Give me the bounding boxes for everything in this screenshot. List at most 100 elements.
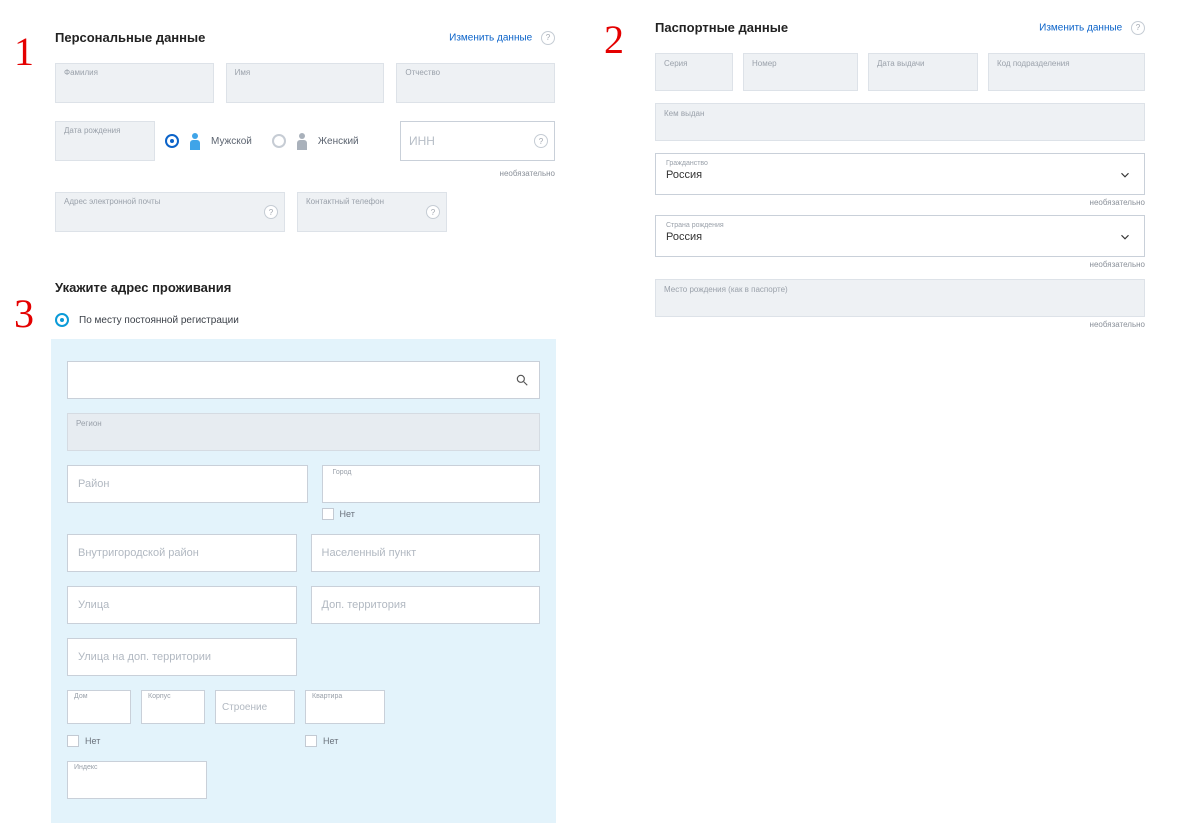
birth-country-select[interactable]: Страна рождения Россия [655,215,1145,257]
birth-place-optional: необязательно [655,320,1145,329]
patronymic-label: Отчество [405,68,440,77]
house-field[interactable]: Дом [67,690,131,724]
checkbox-icon [322,508,334,520]
phone-label: Контактный телефон [306,197,384,206]
building-field[interactable]: Строение [215,690,295,724]
birth-country-value: Россия [666,231,1134,243]
city-none-check[interactable]: Нет [322,508,541,520]
help-icon[interactable]: ? [534,134,548,148]
personal-header: Персональные данные Изменить данные ? [55,30,555,45]
annotation-3: 3 [14,290,34,337]
help-icon[interactable]: ? [1131,21,1145,35]
search-icon[interactable] [515,373,529,387]
house-label: Дом [74,693,88,700]
district-placeholder: Район [78,478,109,490]
extra-territory-field[interactable]: Доп. территория [311,586,541,624]
address-title: Укажите адрес проживания [55,280,555,295]
passport-unit-label: Код подразделения [997,59,1136,68]
region-field[interactable]: Регион [67,413,540,451]
korpus-field[interactable]: Корпус [141,690,205,724]
dob-label: Дата рождения [64,126,120,135]
birth-country-label: Страна рождения [666,222,1134,229]
phone-field[interactable]: Контактный телефон ? [297,192,447,232]
citizenship-value: Россия [666,169,1134,181]
issued-by-label: Кем выдан [664,109,1136,118]
korpus-label: Корпус [148,693,171,700]
gender-male-label: Мужской [211,136,252,147]
inn-optional: необязательно [55,169,555,178]
district-field[interactable]: Район [67,465,308,503]
flat-none-label: Нет [323,736,338,746]
address-radio-label: По месту постоянной регистрации [79,315,239,326]
city-field[interactable]: Город [322,465,541,503]
building-placeholder: Строение [222,702,267,713]
help-icon[interactable]: ? [541,31,555,45]
passport-number-label: Номер [752,59,849,68]
passport-title: Паспортные данные [655,20,788,35]
address-search-input[interactable] [78,374,515,386]
address-search[interactable] [67,361,540,399]
name-label: Имя [235,68,251,77]
patronymic-field[interactable]: Отчество [396,63,555,103]
inner-district-field[interactable]: Внутригородской район [67,534,297,572]
birth-place-label: Место рождения (как в паспорте) [664,285,1136,294]
index-label: Индекс [74,764,98,771]
inn-placeholder: ИНН [409,134,435,148]
street-extra-field[interactable]: Улица на доп. территории [67,638,297,676]
issued-by-field[interactable]: Кем выдан [655,103,1145,141]
street-field[interactable]: Улица [67,586,297,624]
city-label: Город [333,469,352,476]
passport-header: Паспортные данные Изменить данные ? [655,20,1145,35]
passport-date-label: Дата выдачи [877,59,969,68]
surname-field[interactable]: Фамилия [55,63,214,103]
index-field[interactable]: Индекс [67,761,207,799]
region-label: Регион [76,419,531,428]
birth-place-field[interactable]: Место рождения (как в паспорте) [655,279,1145,317]
radio-checked-icon [55,313,69,327]
personal-change-link[interactable]: Изменить данные [449,32,532,43]
flat-field[interactable]: Квартира [305,690,385,724]
gender-male-radio[interactable] [165,134,179,148]
chevron-down-icon [1118,230,1132,247]
citizenship-optional: необязательно [655,198,1145,207]
passport-number-field[interactable]: Номер [743,53,858,91]
gender-female-label: Женский [318,136,359,147]
city-none-label: Нет [340,509,355,519]
gender-female-radio[interactable] [272,134,286,148]
passport-date-field[interactable]: Дата выдачи [868,53,978,91]
settlement-placeholder: Населенный пункт [322,547,417,559]
dob-field[interactable]: Дата рождения [55,121,155,161]
chevron-down-icon [1118,168,1132,185]
help-icon[interactable]: ? [426,205,440,219]
checkbox-icon [67,735,79,747]
street-extra-placeholder: Улица на доп. территории [78,651,211,663]
female-icon [296,133,308,150]
birth-country-optional: необязательно [655,260,1145,269]
annotation-1: 1 [14,28,34,75]
name-field[interactable]: Имя [226,63,385,103]
address-panel: Регион Район Город Нет Внутригородс [51,339,556,823]
checkbox-icon [305,735,317,747]
passport-unit-field[interactable]: Код подразделения [988,53,1145,91]
passport-series-label: Серия [664,59,724,68]
house-none-label: Нет [85,736,100,746]
surname-label: Фамилия [64,68,98,77]
address-type-radio[interactable]: По месту постоянной регистрации [55,313,555,327]
citizenship-select[interactable]: Гражданство Россия [655,153,1145,195]
inn-field[interactable]: ИНН ? [400,121,555,161]
email-label: Адрес электронной почты [64,197,160,206]
flat-none-check[interactable]: Нет [305,735,385,747]
inner-district-placeholder: Внутригородской район [78,547,199,559]
flat-label: Квартира [312,693,342,700]
personal-title: Персональные данные [55,30,205,45]
male-icon [189,133,201,150]
email-field[interactable]: Адрес электронной почты ? [55,192,285,232]
help-icon[interactable]: ? [264,205,278,219]
annotation-2: 2 [604,16,624,63]
citizenship-label: Гражданство [666,160,1134,167]
street-placeholder: Улица [78,599,109,611]
settlement-field[interactable]: Населенный пункт [311,534,541,572]
passport-change-link[interactable]: Изменить данные [1039,22,1122,33]
passport-series-field[interactable]: Серия [655,53,733,91]
house-none-check[interactable]: Нет [67,735,131,747]
